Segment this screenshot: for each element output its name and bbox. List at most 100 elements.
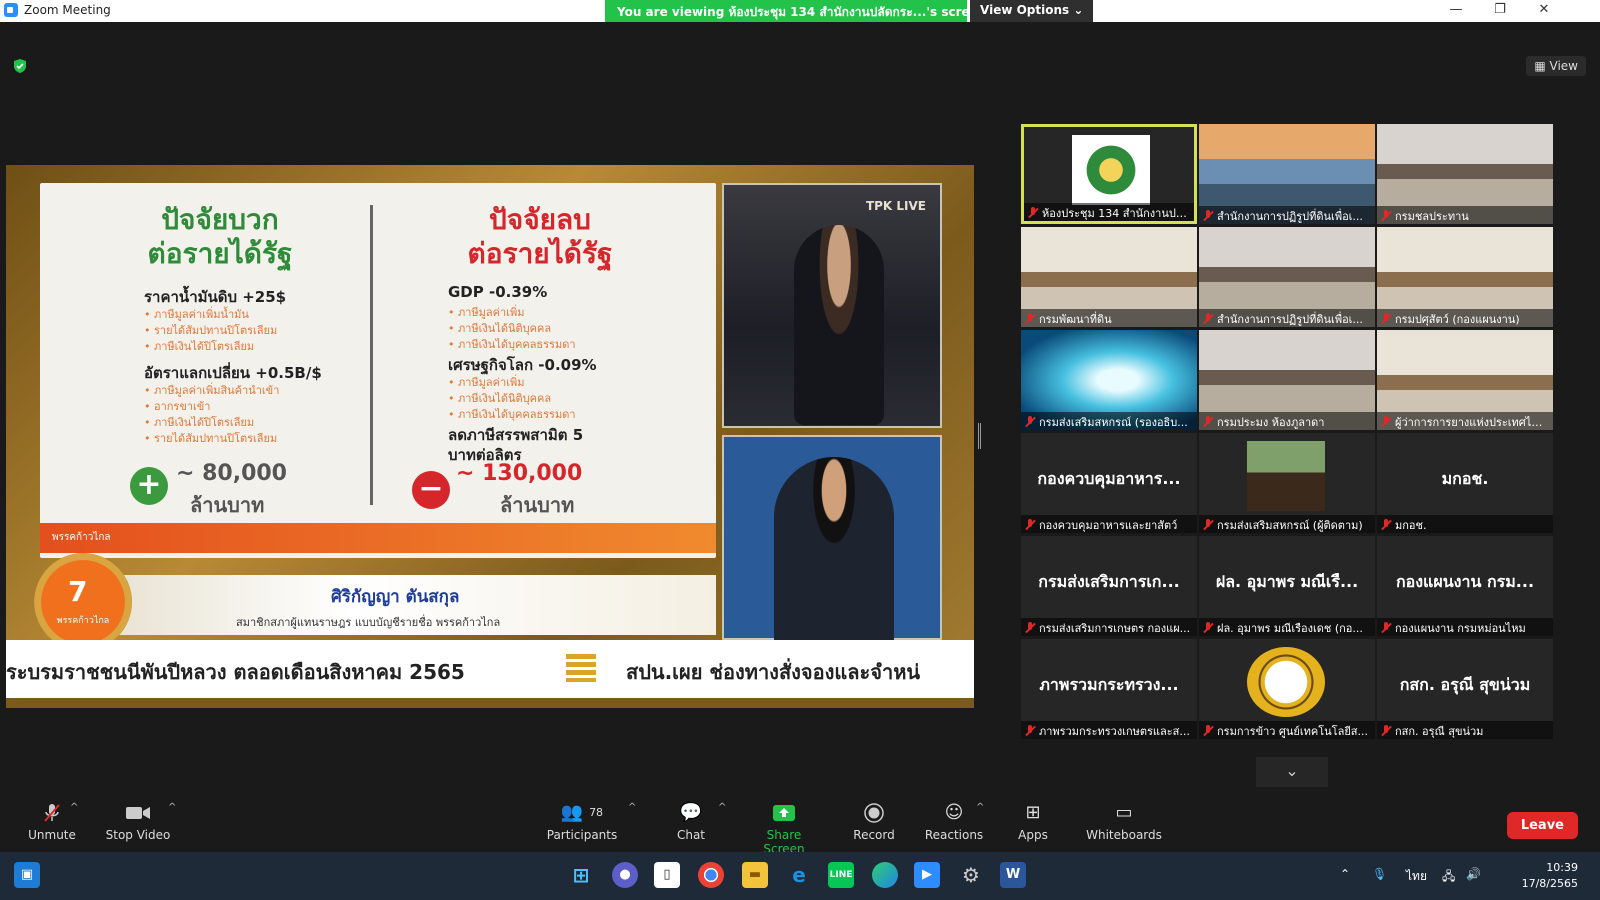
mic-muted-icon bbox=[1381, 622, 1391, 634]
mic-muted-icon bbox=[1025, 622, 1035, 634]
chrome-icon[interactable] bbox=[698, 862, 724, 888]
ticker-right-text: สปน.เผย ช่องทางสั่งจองและจำหน่ bbox=[626, 660, 921, 684]
participant-display-name: กสก. อรุณี สุขน่วม bbox=[1399, 675, 1531, 694]
participant-name-label: สำนักงานการปฏิรูปที่ดินเพื่อเ... bbox=[1199, 309, 1375, 327]
security-shield-icon[interactable] bbox=[12, 58, 28, 74]
participant-tile[interactable]: กองแผนงาน กรม... กองแผนงาน กรมหม่อนไหม bbox=[1377, 536, 1553, 636]
share-screen-icon bbox=[773, 805, 795, 821]
participant-name-label: ผู้ว่าการการยางแห่งประเทศไท... bbox=[1377, 412, 1553, 430]
participant-name: สำนักงานการปฏิรูปที่ดินเพื่อเ... bbox=[1217, 313, 1363, 326]
negative-heading-line2: ต่อรายได้รัฐ bbox=[467, 237, 613, 270]
participant-tile[interactable]: มกอช. มกอช. bbox=[1377, 433, 1553, 533]
participant-tile[interactable]: กรมประมง ห้องภูลาดา bbox=[1199, 330, 1375, 430]
file-explorer-icon[interactable]: ▬ bbox=[742, 862, 768, 888]
line-app-icon[interactable]: LINE bbox=[828, 862, 854, 888]
mic-muted-icon bbox=[1028, 207, 1038, 219]
video-camera-icon bbox=[126, 807, 150, 819]
participants-options-caret[interactable]: ^ bbox=[628, 792, 642, 852]
whiteboard-icon: ▭ bbox=[1115, 802, 1133, 823]
participant-tile[interactable]: กรมพัฒนาที่ดิน bbox=[1021, 227, 1197, 327]
caret-up-icon: ^ bbox=[168, 802, 177, 813]
pane-splitter[interactable] bbox=[978, 423, 981, 449]
audio-options-caret[interactable]: ^ bbox=[70, 792, 84, 852]
record-button[interactable]: Record bbox=[848, 792, 900, 852]
internet-explorer-icon[interactable]: e bbox=[786, 862, 812, 888]
title-bar: Zoom Meeting You are viewing ห้องประชุม … bbox=[0, 0, 1600, 22]
tray-microphone-icon[interactable]: 🎙 bbox=[1372, 867, 1387, 881]
participant-name-label: กองแผนงาน กรมหม่อนไหม bbox=[1377, 618, 1553, 636]
reactions-label: Reactions bbox=[924, 828, 984, 842]
stop-video-button[interactable]: Stop Video bbox=[102, 792, 174, 852]
participant-tile[interactable]: ภาพรวมกระทรวง... ภาพรวมกระทรวงเกษตรและส..… bbox=[1021, 639, 1197, 739]
volume-icon[interactable]: 🔊 bbox=[1466, 867, 1481, 881]
participant-name-label: กรมส่งเสริมสหกรณ์ (ผู้ติดตาม) bbox=[1199, 515, 1375, 533]
neg-item-gdp: GDP -0.39% bbox=[448, 283, 548, 301]
orange-bar-text: พรรคก้าวไกล bbox=[52, 532, 111, 543]
leave-button[interactable]: Leave bbox=[1506, 812, 1578, 839]
apps-label: Apps bbox=[1018, 828, 1048, 842]
speaker-name-bar: ศิริกัญญา ตันสกุล สมาชิกสภาผู้แทนราษฎร แ… bbox=[106, 575, 716, 635]
participant-tile[interactable]: กรมการข้าว ศูนย์เทคโนโลยีส... bbox=[1199, 639, 1375, 739]
view-button[interactable]: ▦ View bbox=[1526, 56, 1586, 76]
viewing-banner: You are viewing ห้องประชุม 134 สำนักงานป… bbox=[605, 0, 1094, 22]
windows-start-icon[interactable]: ⊞ bbox=[568, 862, 594, 888]
participant-tile[interactable]: กสก. อรุณี สุขน่วม กสก. อรุณี สุขน่วม bbox=[1377, 639, 1553, 739]
tray-chevron-up-icon[interactable]: ⌃ bbox=[1340, 867, 1350, 881]
reactions-button[interactable]: ☺ Reactions bbox=[924, 792, 984, 852]
participant-tile[interactable]: ห้องประชุม 134 สำนักงานปลัดก... bbox=[1021, 124, 1197, 224]
network-icon[interactable]: 🖧 bbox=[1442, 867, 1455, 888]
participant-tile[interactable]: กรมส่งเสริมการเก... กรมส่งเสริมการเกษตร ก… bbox=[1021, 536, 1197, 636]
participant-display-name: กรมส่งเสริมการเก... bbox=[1038, 572, 1180, 591]
chat-button[interactable]: 💬 Chat bbox=[666, 792, 716, 852]
participant-display-name: ฝล. อุมาพร มณีเรื... bbox=[1215, 572, 1359, 591]
share-screen-button[interactable]: Share Screen bbox=[746, 792, 822, 856]
negative-heading: ปัจจัยลบ ต่อรายได้รัฐ bbox=[430, 203, 650, 271]
app-title: Zoom Meeting bbox=[4, 3, 111, 17]
edge-icon[interactable] bbox=[872, 862, 898, 888]
mic-muted-icon bbox=[1381, 210, 1391, 222]
participant-tile[interactable]: สำนักงานการปฏิรูปที่ดินเพื่อเ... bbox=[1199, 124, 1375, 224]
apps-button[interactable]: ⊞ Apps bbox=[1008, 792, 1058, 852]
organization-logo bbox=[1072, 135, 1150, 205]
view-options-button[interactable]: View Options ⌄ bbox=[970, 0, 1094, 22]
restore-icon[interactable]: ❐ bbox=[1478, 0, 1522, 22]
gallery-scroll-down-button[interactable]: ⌄ bbox=[1256, 757, 1328, 787]
video-options-caret[interactable]: ^ bbox=[168, 792, 182, 852]
participant-name: กรมพัฒนาที่ดิน bbox=[1039, 313, 1112, 326]
caret-up-icon: ^ bbox=[628, 802, 637, 813]
participant-display-name: กองควบคุมอาหาร... bbox=[1037, 469, 1181, 488]
word-icon[interactable]: W bbox=[1000, 862, 1026, 888]
participants-button[interactable]: 👥 78 Participants bbox=[546, 792, 618, 852]
participant-tile[interactable]: ผู้ว่าการการยางแห่งประเทศไท... bbox=[1377, 330, 1553, 430]
participant-tile[interactable]: กรมชลประทาน bbox=[1377, 124, 1553, 224]
participant-tile[interactable]: กรมส่งเสริมสหกรณ์ (ผู้ติดตาม) bbox=[1199, 433, 1375, 533]
tablet-mode-icon[interactable]: ▣ bbox=[14, 862, 40, 888]
reactions-options-caret[interactable]: ^ bbox=[976, 792, 990, 852]
participant-tile[interactable]: สำนักงานการปฏิรูปที่ดินเพื่อเ... bbox=[1199, 227, 1375, 327]
participant-name: กองแผนงาน กรมหม่อนไหม bbox=[1395, 622, 1526, 635]
speaker-title: สมาชิกสภาผู้แทนราษฎร แบบบัญชีรายชื่อ พรร… bbox=[236, 616, 501, 629]
participant-name: กรมส่งเสริมสหกรณ์ (รองอธิบ... bbox=[1039, 416, 1188, 429]
minimize-icon[interactable]: — bbox=[1434, 0, 1478, 22]
participant-display-name: กองแผนงาน กรม... bbox=[1395, 572, 1535, 591]
document-icon[interactable]: ▯ bbox=[654, 862, 680, 888]
zoom-taskbar-icon[interactable]: ▶ bbox=[914, 862, 940, 888]
participant-display-name: ภาพรวมกระทรวง... bbox=[1039, 675, 1179, 694]
mic-muted-icon bbox=[1203, 519, 1213, 531]
settings-gear-icon[interactable]: ⚙ bbox=[958, 862, 984, 888]
participant-tile[interactable]: กองควบคุมอาหาร... กองควบคุมอาหารและยาสัตว… bbox=[1021, 433, 1197, 533]
neg-total: ~ 130,000 bbox=[456, 461, 583, 486]
input-language[interactable]: ไทย bbox=[1406, 867, 1427, 886]
participant-tile[interactable]: ฝล. อุมาพร มณีเรื... ฝล. อุมาพร มณีเรืองเ… bbox=[1199, 536, 1375, 636]
close-icon[interactable]: ✕ bbox=[1522, 0, 1566, 22]
system-clock[interactable]: 10:39 17/8/2565 bbox=[1522, 860, 1578, 892]
teams-chat-icon[interactable]: ● bbox=[612, 862, 638, 888]
whiteboards-button[interactable]: ▭ Whiteboards bbox=[1086, 792, 1162, 852]
positive-heading: ปัจจัยบวก ต่อรายได้รัฐ bbox=[120, 203, 320, 271]
participant-name: สำนักงานการปฏิรูปที่ดินเพื่อเ... bbox=[1217, 210, 1363, 223]
zoom-logo-icon bbox=[4, 3, 18, 17]
participant-tile[interactable]: กรมส่งเสริมสหกรณ์ (รองอธิบ... bbox=[1021, 330, 1197, 430]
chat-options-caret[interactable]: ^ bbox=[718, 792, 732, 852]
plant-image bbox=[1247, 441, 1325, 511]
participant-tile[interactable]: กรมปศุสัตว์ (กองแผนงาน) bbox=[1377, 227, 1553, 327]
